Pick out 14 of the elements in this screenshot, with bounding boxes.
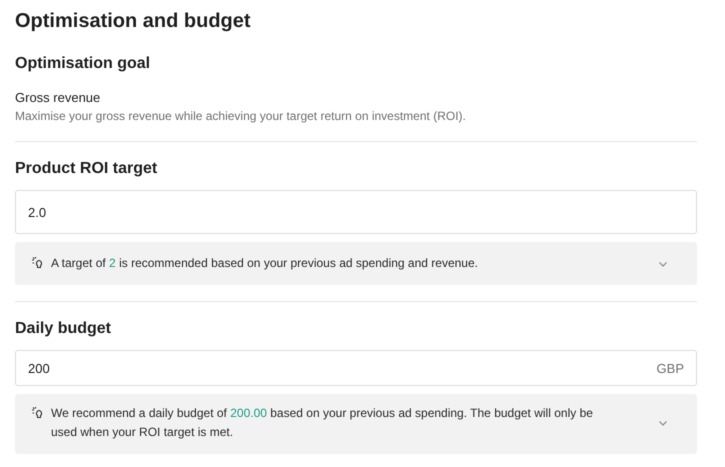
lightbulb-icon	[31, 256, 45, 270]
roi-target-field[interactable]: 2.0	[15, 190, 697, 234]
recommendation-text: We recommend a daily budget of 200.00 based on your previous ad spending. The budget will only be used when your ROI target is met.	[51, 405, 594, 441]
section-heading: Product ROI target	[15, 159, 158, 179]
daily-budget-field[interactable]: 200 GBP	[15, 350, 697, 386]
goal-description: Maximise your gross revenue while achieving your target return on investment (ROI).	[15, 108, 467, 125]
section-heading: Daily budget	[15, 319, 112, 339]
goal-name: Gross revenue	[15, 89, 102, 107]
lightbulb-icon	[31, 406, 45, 420]
recommendation-panel[interactable]: A target of 2 is recommended based on your previous ad spending and revenue.	[15, 242, 697, 285]
recommendation-panel[interactable]: We recommend a daily budget of 200.00 based on your previous ad spending. The budget will only be used when your ROI target is met.	[15, 394, 697, 454]
page-title: Optimisation and budget	[15, 9, 252, 34]
section-heading: Optimisation goal	[15, 54, 152, 74]
recommendation-text: A target of 2 is recommended based on your previous ad spending and revenue.	[51, 255, 479, 272]
